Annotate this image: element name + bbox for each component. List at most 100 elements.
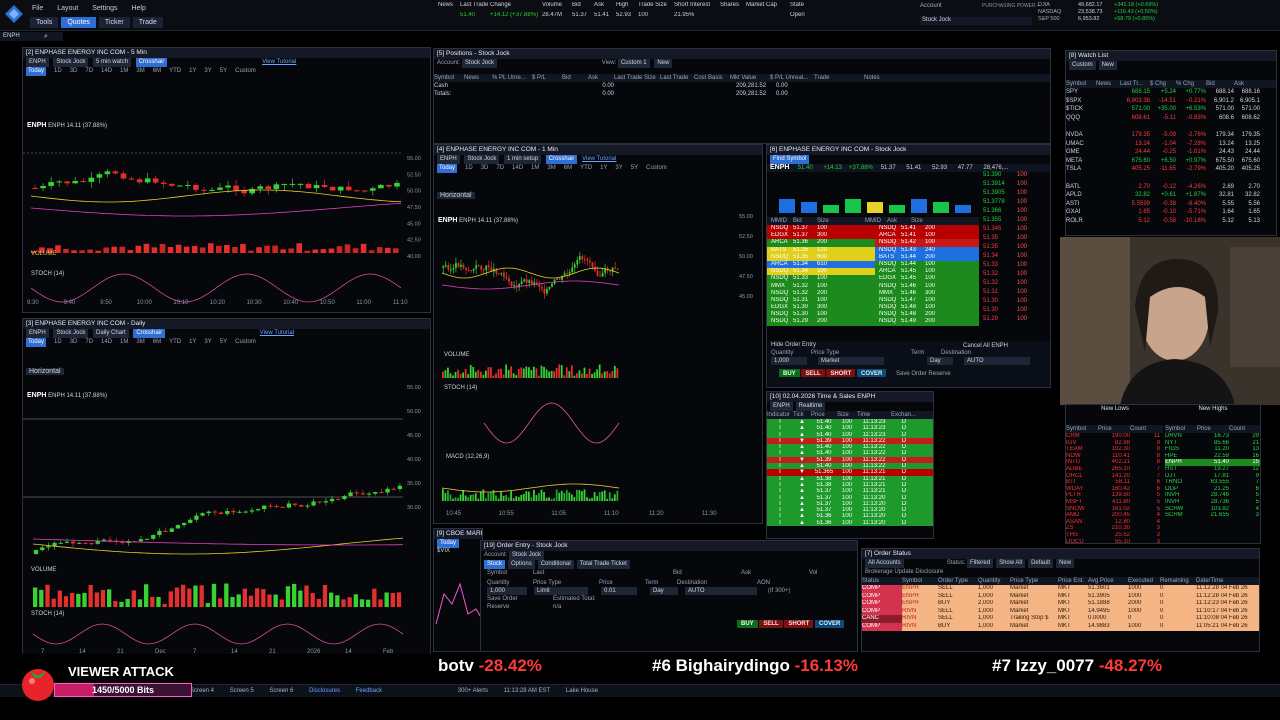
timeframe-14d[interactable]: 14D (101, 338, 112, 347)
column-header[interactable]: Price Type (1010, 577, 1058, 585)
timeframe-today[interactable]: Today (437, 164, 458, 173)
order-row[interactable]: COMP RIVN SELL 1,000 Market MKT 14.9495 1000 0 11… (862, 607, 1259, 616)
lh-row[interactable]: HST 19.27 12 (1165, 466, 1260, 473)
column-header[interactable]: Price Ent. (1058, 577, 1088, 585)
timeframe-6m[interactable]: 6M (153, 67, 161, 76)
lh-row[interactable]: IGV 82.88 9 (1066, 440, 1163, 447)
timeframe-5y[interactable]: 5Y (220, 67, 227, 76)
cover-button[interactable]: COVER (857, 369, 887, 377)
l2-row[interactable]: NSDQ 51.34 100 ARCA 51.45 100 (767, 268, 979, 276)
timeframe-1m[interactable]: 1M (531, 164, 539, 173)
order-tab[interactable]: Options (508, 560, 535, 569)
timeframe-5y[interactable]: 5Y (631, 164, 638, 173)
save-order-checkbox[interactable]: Save Order (896, 371, 927, 377)
watch-row[interactable]: APLD 32.82 +0.61 +1.87% 32.81 32.82 (1066, 191, 1276, 200)
price-chart-5min[interactable]: 55.00 52.50 50.00 47.50 45.00 42.50 40.00 (23, 108, 431, 308)
timeframe-7d[interactable]: 7D (85, 338, 93, 347)
timeframe-3d[interactable]: 3D (70, 338, 78, 347)
lh-row[interactable]: BTI 58.11 6 (1066, 479, 1163, 486)
vix-chart[interactable] (434, 554, 483, 634)
column-header[interactable]: Bid (1206, 80, 1234, 88)
timeframe-ytd[interactable]: YTD (169, 67, 181, 76)
view-select[interactable]: Custom 1 (617, 59, 650, 68)
lh-row[interactable]: CRM 190.00 11 (1066, 433, 1163, 440)
lh-row[interactable]: ASAN 12.80 4 (1066, 519, 1163, 526)
price-type-select[interactable]: Limit (534, 587, 588, 595)
symbol-field[interactable]: ENPH (437, 155, 460, 164)
view-tutorial-link[interactable]: View Tutorial (582, 156, 616, 162)
timeframe-1d[interactable]: 1D (465, 164, 473, 173)
timeframe-1d[interactable]: 1D (54, 338, 62, 347)
table-row[interactable]: Totals: 0.00 209,281.52 0.00 (434, 90, 1050, 98)
column-header[interactable]: Cost Basis (694, 74, 730, 82)
term-select[interactable]: Day (650, 587, 678, 595)
lh-row[interactable]: DRVN 16.73 29 (1165, 433, 1260, 440)
account-select[interactable]: Stock Jock (920, 17, 1032, 25)
order-row[interactable]: CANC RIVN SELL 1,000 Trailing Stop $ MKT 0.000… (862, 615, 1259, 623)
column-header[interactable]: Last Tr... (1120, 80, 1150, 88)
screen-tab-5[interactable]: Screen 5 (230, 685, 254, 697)
term-select[interactable]: Day (927, 357, 953, 365)
l2-row[interactable]: EDGX 51.30 300 NSDQ 51.48 100 (767, 304, 979, 312)
reserve-checkbox[interactable]: Reserve (928, 371, 950, 377)
lh-row[interactable]: AMD 200.45 4 (1066, 512, 1163, 519)
lh-row[interactable]: MSFT 411.80 5 (1066, 499, 1163, 506)
feedback-link[interactable]: Feedback (356, 685, 382, 697)
lh-row[interactable]: TEAM 102.30 8 (1066, 446, 1163, 453)
timeframe-3y[interactable]: 3Y (615, 164, 622, 173)
crosshair-button[interactable]: Crosshair (133, 329, 166, 338)
menu-settings[interactable]: Settings (92, 5, 117, 12)
lh-row[interactable]: DOCU 55.10 3 (1066, 539, 1163, 544)
account-select[interactable]: Stock Jock (462, 59, 498, 68)
watch-row[interactable] (1066, 122, 1276, 131)
timeframe-custom[interactable]: Custom (235, 67, 256, 76)
column-header[interactable]: Quantity (978, 577, 1010, 585)
timeframe-7d[interactable]: 7D (496, 164, 504, 173)
crosshair-button[interactable]: Crosshair (135, 58, 168, 67)
short-button[interactable]: SHORT (784, 620, 814, 628)
timeframe-3y[interactable]: 3Y (204, 338, 211, 347)
order-tab[interactable]: Conditional (537, 560, 574, 569)
l2-row[interactable]: NSDQ 51.35 600 BATS 51.44 200 (767, 253, 979, 261)
interval-select[interactable]: 1 min setup (504, 155, 542, 164)
price-chart-daily[interactable]: 55.00 50.00 45.00 40.00 35.00 30.00 (23, 379, 431, 649)
show-select[interactable]: Show All (996, 559, 1026, 568)
column-header[interactable]: Last Trade Size (614, 74, 660, 82)
menu-help[interactable]: Help (131, 5, 145, 12)
sell-button[interactable]: SELL (759, 620, 783, 628)
symbol-search-input[interactable]: ENPH (0, 32, 63, 41)
new-button[interactable]: New (1056, 559, 1075, 568)
timeframe-ytd[interactable]: YTD (169, 338, 181, 347)
lh-row[interactable]: SCHM 21.655 3 (1165, 512, 1260, 519)
lh-row[interactable]: WDAY 160.42 6 (1066, 486, 1163, 493)
timeframe-1m[interactable]: 1M (120, 338, 128, 347)
destination-select[interactable]: AUTO (964, 357, 1030, 365)
watch-row[interactable]: GME 24.44 -0.25 -1.01% 24.43 24.44 (1066, 148, 1276, 157)
lh-row[interactable]: INVH 28.736 5 (1165, 499, 1260, 506)
watch-row[interactable]: GXAI 1.65 -0.10 -5.71% 1.64 1.65 (1066, 208, 1276, 217)
reserve-checkbox[interactable]: Reserve (487, 603, 553, 611)
lh-row[interactable]: PLTR 139.50 5 (1066, 492, 1163, 499)
price-chart-1min[interactable]: 55.00 52.50 50.00 47.50 45.00 (434, 203, 763, 513)
column-header[interactable]: Mkt Value (730, 74, 770, 82)
timeframe-1y[interactable]: 1Y (189, 67, 196, 76)
price-type-select[interactable]: Market (818, 357, 884, 365)
tab-trade[interactable]: Trade (132, 17, 163, 28)
cover-button[interactable]: COVER (815, 620, 845, 628)
timeframe-today[interactable]: Today (26, 67, 47, 76)
watch-row[interactable]: TSLA 405.25 -11.65 -2.79% 405.20 405.25 (1066, 165, 1276, 174)
watch-row[interactable]: UMAC 13.24 -1.04 -7.28% 13.24 13.25 (1066, 140, 1276, 149)
accounts-select[interactable]: All Accounts (865, 559, 904, 568)
crosshair-button[interactable]: Crosshair (545, 155, 578, 164)
order-row[interactable]: COMP ENPH SELL 1,000 Market MKT 51.3601 1000 0 11… (862, 585, 1259, 593)
l2-row[interactable]: NSDQ 51.33 100 EDGX 51.45 100 (767, 275, 979, 283)
timeframe-1m[interactable]: 1M (120, 67, 128, 76)
timeframe-3y[interactable]: 3Y (204, 67, 211, 76)
menu-file[interactable]: File (32, 5, 43, 12)
column-header[interactable]: $ Chg (1150, 80, 1176, 88)
lh-row[interactable]: HPE 22.59 16 (1165, 453, 1260, 460)
l2-row[interactable]: ARCA 51.34 610 NSDQ 51.44 100 (767, 260, 979, 269)
lh-row[interactable]: ORCL 141.20 7 (1066, 473, 1163, 480)
quantity-input[interactable]: 1,000 (487, 587, 527, 595)
l2-row[interactable]: BATS 51.35 120 NSDQ 51.43 240 (767, 246, 979, 254)
